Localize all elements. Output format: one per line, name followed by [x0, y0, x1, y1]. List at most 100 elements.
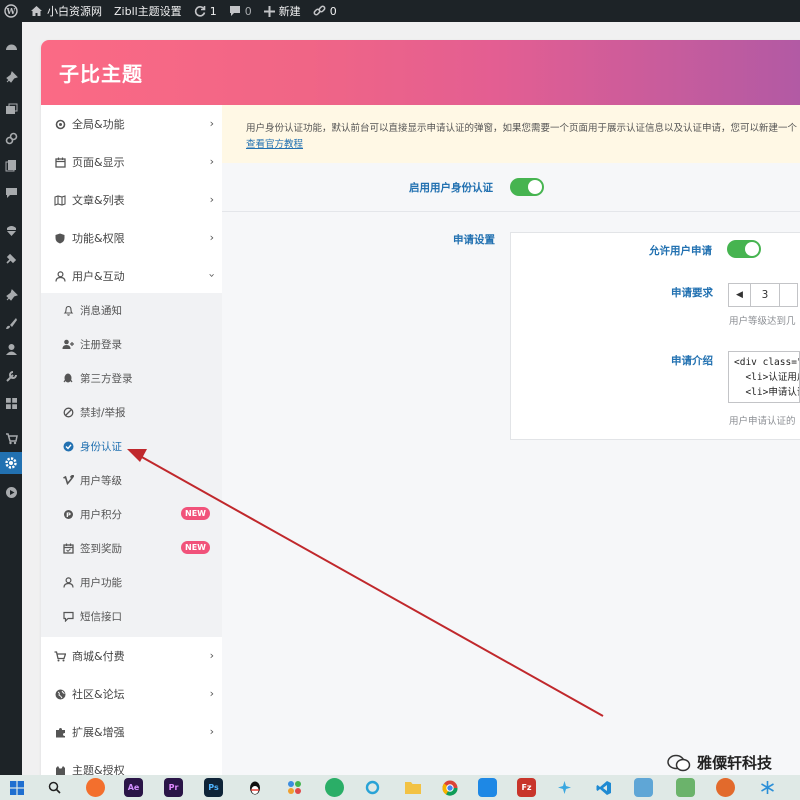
submenu-item-register-login[interactable]: 注册登录 — [41, 327, 222, 361]
intro-code-editor[interactable]: <div class="n <li>认证用户 <li>申请认证 — [728, 351, 800, 403]
submenu-item-identity-verification[interactable]: 身份认证 — [41, 429, 222, 463]
pages-icon[interactable] — [0, 154, 22, 176]
comments-link[interactable]: 0 — [223, 0, 258, 22]
after-effects-icon[interactable]: Ae — [124, 778, 143, 797]
media-icon[interactable] — [0, 98, 22, 120]
app-icon[interactable] — [285, 778, 304, 797]
search-icon[interactable] — [45, 778, 64, 797]
theme-settings-link[interactable]: Zibll主题设置 — [108, 0, 188, 22]
submenu-item-sms-api[interactable]: 短信接口 — [41, 599, 222, 633]
plugins-icon[interactable] — [0, 247, 22, 269]
calendar-check-icon — [61, 541, 75, 555]
refresh-app-icon[interactable] — [363, 778, 382, 797]
sidebar-item-label: 商城&付费 — [72, 650, 125, 663]
enable-verification-toggle[interactable] — [510, 178, 544, 196]
link-icon[interactable] — [0, 127, 22, 149]
comments-menu-icon[interactable] — [0, 182, 22, 204]
updates-link[interactable]: 1 — [188, 0, 223, 22]
increment-button[interactable] — [779, 284, 797, 306]
chevron-right-icon: › — [209, 231, 214, 244]
new-content-link[interactable]: 新建 — [258, 0, 307, 22]
app-badge-icon[interactable] — [478, 778, 497, 797]
submenu-item-user-level[interactable]: 用户等级 — [41, 463, 222, 497]
section-divider — [222, 211, 800, 212]
vscode-icon[interactable] — [594, 778, 613, 797]
sidebar-item-users[interactable]: 用户&互动 › — [41, 257, 222, 295]
pin-icon[interactable] — [0, 66, 22, 88]
submenu-item-label: 第三方登录 — [80, 372, 133, 385]
brush-icon[interactable] — [0, 312, 22, 334]
chrome-icon[interactable] — [440, 778, 459, 797]
sidebar-item-permissions[interactable]: 功能&权限 › — [41, 219, 222, 257]
map-icon — [53, 193, 67, 207]
requirement-stepper[interactable]: ◀ 3 — [728, 283, 798, 307]
site-name-link[interactable]: 小白资源网 — [24, 0, 108, 22]
submenu-item-label: 短信接口 — [80, 610, 122, 623]
sidebar-item-label: 社区&论坛 — [72, 688, 125, 701]
sidebar-item-shop[interactable]: 商城&付费 › — [41, 637, 222, 675]
wechat-taskbar-icon[interactable] — [325, 778, 344, 797]
chevron-right-icon: › — [209, 649, 214, 662]
sidebar-item-pages[interactable]: 页面&显示 › — [41, 143, 222, 181]
intro-label: 申请介绍 — [671, 355, 713, 367]
admin-menu — [0, 22, 22, 775]
submenu-item-label: 用户功能 — [80, 576, 122, 589]
ban-icon — [61, 405, 75, 419]
app-icon-5[interactable] — [716, 778, 735, 797]
browser-icon[interactable] — [86, 778, 105, 797]
settings-grid-icon[interactable] — [0, 392, 22, 414]
pin-icon-2[interactable] — [0, 284, 22, 306]
sidebar-item-community[interactable]: 社区&论坛 › — [41, 675, 222, 713]
settings-panel: 子比主题 全局&功能 › 页面&显示 › 文章&列表 › 功能&权限 › 用户&… — [41, 40, 800, 780]
qq-taskbar-icon[interactable] — [245, 778, 264, 797]
sidebar-item-label: 扩展&增强 — [72, 726, 125, 739]
sidebar-item-global[interactable]: 全局&功能 › — [41, 105, 222, 143]
submenu-item-label: 用户等级 — [80, 474, 122, 487]
shield-icon — [53, 231, 67, 245]
watermark-text: 雅僳轩科技 — [696, 754, 772, 772]
app-icon-3[interactable] — [634, 778, 653, 797]
chevron-right-icon: › — [209, 725, 214, 738]
new-badge: NEW — [181, 541, 210, 554]
submenu-item-user-points[interactable]: P 用户积分 NEW — [41, 497, 222, 531]
play-icon[interactable] — [0, 481, 22, 503]
filezilla-icon[interactable]: Fz — [517, 778, 536, 797]
cart-icon[interactable] — [0, 427, 22, 449]
new-label: 新建 — [278, 5, 301, 18]
windows-start-icon[interactable] — [7, 778, 26, 797]
tools-icon[interactable] — [0, 365, 22, 387]
photoshop-icon[interactable]: Ps — [204, 778, 223, 797]
sidebar-item-extensions[interactable]: 扩展&增强 › — [41, 713, 222, 751]
submenu-item-ban-report[interactable]: 禁封/举报 — [41, 395, 222, 429]
decrement-button[interactable]: ◀ — [729, 284, 751, 306]
submenu-item-user-functions[interactable]: 用户功能 — [41, 565, 222, 599]
links-link[interactable]: 0 — [307, 0, 343, 22]
app-icon-2[interactable] — [555, 778, 574, 797]
submenu-item-checkin-rewards[interactable]: 签到奖励 NEW — [41, 531, 222, 565]
allow-apply-toggle[interactable] — [727, 240, 761, 258]
requirement-value[interactable]: 3 — [751, 289, 779, 301]
submenu-item-label: 禁封/举报 — [80, 406, 126, 419]
app-icon-4[interactable] — [676, 778, 695, 797]
wordpress-logo-icon[interactable]: W — [0, 0, 24, 22]
snowflake-icon[interactable] — [758, 778, 777, 797]
settings-sidebar: 全局&功能 › 页面&显示 › 文章&列表 › 功能&权限 › 用户&互动 › … — [41, 105, 222, 780]
submenu-item-third-party-login[interactable]: 第三方登录 — [41, 361, 222, 395]
sidebar-item-label: 页面&显示 — [72, 156, 125, 169]
official-tutorial-link[interactable]: 查看官方教程 — [246, 139, 303, 150]
sidebar-item-posts[interactable]: 文章&列表 › — [41, 181, 222, 219]
user-icon — [53, 269, 67, 283]
allow-apply-label: 允许用户申请 — [649, 245, 712, 257]
theme-settings-gear-icon[interactable] — [0, 452, 22, 474]
folder-icon[interactable] — [403, 778, 422, 797]
submenu-item-label: 用户积分 — [80, 508, 122, 521]
premiere-icon[interactable]: Pr — [164, 778, 183, 797]
new-badge: NEW — [181, 507, 210, 520]
panel-header: 子比主题 — [41, 40, 800, 105]
submenu-item-notifications[interactable]: 消息通知 — [41, 293, 222, 327]
bell-icon — [61, 303, 75, 317]
dashboard-icon[interactable] — [0, 36, 22, 58]
sidebar-item-label: 功能&权限 — [72, 232, 125, 245]
appearance-icon[interactable] — [0, 219, 22, 241]
users-icon[interactable] — [0, 338, 22, 360]
